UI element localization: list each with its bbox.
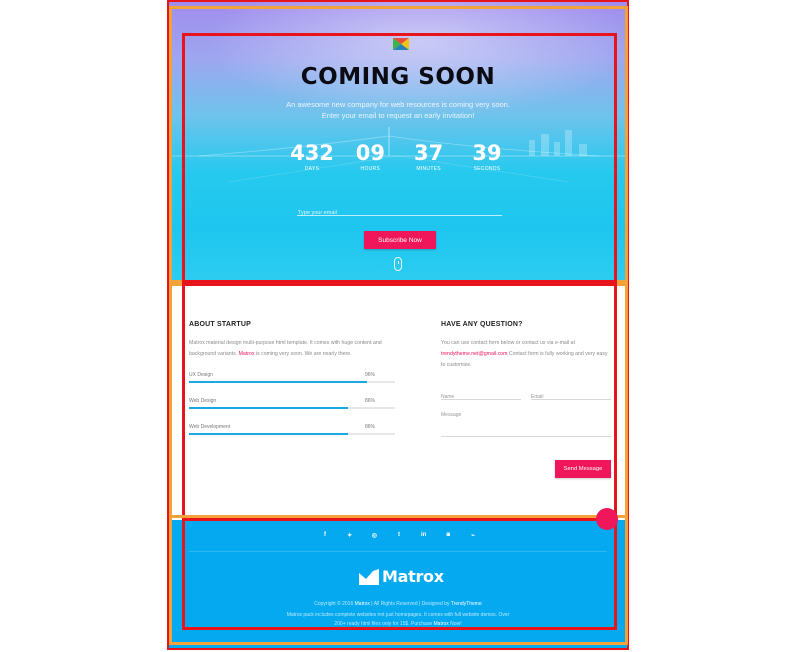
skills-list: UX Design 96% Web Design 86% Web Develop… [189,372,397,450]
floating-action-button[interactable] [596,508,618,530]
send-message-button[interactable]: Send Message [555,460,611,478]
countdown-label: SECONDS [473,166,501,172]
countdown-timer: 432 DAYS 09 HOURS 37 MINUTES 39 SECONDS [287,142,512,178]
countdown-minutes: 37 MINUTES [404,142,454,178]
contact-title: HAVE ANY QUESTION? [441,321,523,328]
skill-label: Web Development [189,424,231,430]
page-frame: COMING SOON An awesome new company for w… [167,0,629,650]
footer-brand[interactable]: Matrox [359,567,444,586]
skill-bar-fill [189,407,349,409]
hero-subtitle-line: An awesome new company for web resources… [286,100,510,109]
about-text: Matrox material design multi-purpose htm… [189,338,397,360]
countdown-hours: 09 HOURS [345,142,395,178]
message-field-wrap [441,412,611,437]
rss-icon[interactable]: ⌁ [467,529,479,541]
instagram-icon[interactable]: ◙ [442,529,454,541]
contact-email-link[interactable]: trendytheme.net@gmail.com [441,351,507,357]
skill-bar-fill [189,381,367,383]
email-field[interactable] [531,394,611,400]
about-column: ABOUT STARTUP Matrox material design mul… [189,321,397,450]
name-field[interactable] [441,394,521,400]
dribbble-icon[interactable]: ◎ [368,529,380,541]
skill-percent: 96% [364,372,375,378]
contact-text-part: You can use contact form below or contac… [441,340,575,346]
matrox-logo-mark-icon [393,38,409,50]
footer-divider [189,551,607,552]
copyright-brand-link[interactable]: Matrox [355,601,370,607]
skill-web-development: Web Development 86% [189,424,397,450]
about-brand-link[interactable]: Matrox [239,351,255,357]
page-title: COMING SOON [300,64,496,90]
subscribe-button[interactable]: Subscribe Now [364,231,436,249]
skill-ux-design: UX Design 96% [189,372,397,398]
skill-bar-track [189,381,395,383]
promo-line: 200+ ready html files only for 15$. Purc… [229,619,567,629]
promo-text: Now! [448,621,462,627]
countdown-value: 432 [290,141,334,165]
brand-name: Matrox [382,567,444,586]
footer: f ✦ ◎ t in ◙ ⌁ Matrox Copyright © 2016 M… [169,520,627,648]
countdown-seconds: 39 SECONDS [462,142,512,178]
twitter-icon[interactable]: ✦ [344,529,356,541]
message-field[interactable] [441,412,611,432]
designer-link[interactable]: TrendyTheme [451,601,482,607]
skill-percent: 86% [364,398,375,404]
name-field-wrap [441,385,521,400]
subscribe-email-input[interactable] [297,207,503,219]
skill-label: Web Design [189,398,217,404]
skill-bar-track [189,433,395,435]
countdown-value: 09 [355,141,385,165]
tumblr-icon[interactable]: t [393,529,405,541]
countdown-label: DAYS [304,166,320,172]
countdown-value: 37 [414,141,444,165]
facebook-icon[interactable]: f [319,529,331,541]
skill-web-design: Web Design 86% [189,398,397,424]
countdown-value: 39 [472,141,502,165]
copyright-text: | All Rights Reserved | Designed by [369,601,451,607]
purchase-link[interactable]: Matrox [434,621,449,627]
contact-column: HAVE ANY QUESTION? You can use contact f… [441,321,611,437]
copyright-text: Copyright © 2016 [314,601,355,607]
promo-text: 200+ ready html files only for 15$. Purc… [334,621,434,627]
social-links: f ✦ ◎ t in ◙ ⌁ [319,529,479,541]
matrox-logo-icon [359,568,379,585]
copyright-line: Copyright © 2016 Matrox | All Rights Res… [229,599,567,609]
countdown-label: MINUTES [416,166,441,172]
email-field-wrap [531,385,611,400]
skill-bar-fill [189,433,349,435]
about-text-part: is coming very soon. We are nearly there… [254,351,352,357]
contact-text: You can use contact form below or contac… [441,338,611,371]
hero-subtitle-line: Enter your email to request an early inv… [321,111,475,120]
hero-section: COMING SOON An awesome new company for w… [169,2,627,285]
skill-bar-track [189,407,395,409]
countdown-label: HOURS [360,166,381,172]
skill-percent: 86% [364,424,375,430]
contact-form-row [441,385,611,400]
about-contact-section: ABOUT STARTUP Matrox material design mul… [169,285,627,530]
skill-label: UX Design [189,372,213,378]
mouse-scroll-icon[interactable] [394,257,402,271]
subscribe-email-wrap [297,201,503,219]
linkedin-icon[interactable]: in [418,529,430,541]
hero-subtitle: An awesome new company for web resources… [229,99,567,121]
countdown-days: 432 DAYS [287,142,337,178]
about-title: ABOUT STARTUP [189,321,251,328]
